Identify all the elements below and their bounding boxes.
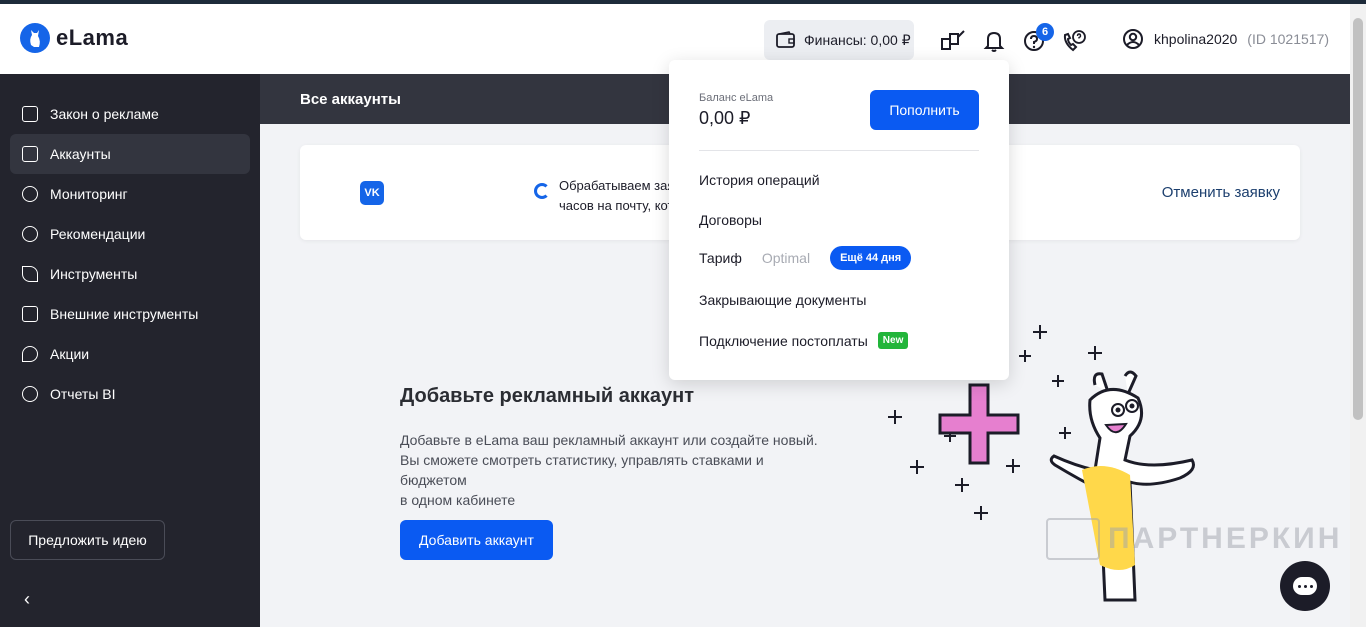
- new-badge: New: [877, 332, 909, 349]
- request-status-text: Обрабатываем заяв часов на почту, кото: [559, 176, 669, 216]
- vk-logo-icon: VK: [360, 181, 384, 205]
- timer-icon: [534, 183, 550, 199]
- add-account-button[interactable]: Добавить аккаунт: [400, 520, 553, 560]
- topup-button[interactable]: Пополнить: [870, 90, 979, 130]
- clock-icon: [22, 186, 38, 202]
- watermark-logo-icon: [1046, 518, 1100, 560]
- sidebar-item-label: Мониторинг: [50, 186, 128, 202]
- page-scrollbar[interactable]: [1350, 4, 1366, 627]
- help-count-badge: 6: [1036, 23, 1054, 41]
- phone-support-icon[interactable]: [1061, 28, 1087, 54]
- description-line: в одном кабинете: [400, 492, 516, 508]
- description-line: Добавьте в eLama ваш рекламный аккаунт и…: [400, 432, 818, 448]
- tariff-label: Тариф: [699, 250, 742, 266]
- user-id: (ID 1021517): [1247, 31, 1330, 47]
- sidebar-item-promotions[interactable]: Акции: [10, 334, 250, 374]
- empty-state-title: Добавьте рекламный аккаунт: [400, 385, 694, 407]
- llama-logo-icon: [20, 23, 50, 53]
- sidebar-item-external-tools[interactable]: Внешние инструменты: [10, 294, 250, 334]
- tariff-days-badge[interactable]: Ещё 44 дня: [830, 246, 912, 270]
- sidebar-item-monitoring[interactable]: Мониторинг: [10, 174, 250, 214]
- page-title: Все аккаунты: [300, 91, 401, 108]
- user-menu[interactable]: khpolina2020 (ID 1021517): [1122, 28, 1329, 50]
- divider: [699, 150, 979, 151]
- menu-item-tariff[interactable]: Тариф Optimal Ещё 44 дня: [699, 246, 912, 270]
- elama-logo[interactable]: eLama: [20, 23, 128, 53]
- sidebar-item-label: Инструменты: [50, 266, 138, 282]
- balance-value: 0,00 ₽: [699, 108, 751, 128]
- balance-label: Баланс eLama: [699, 92, 774, 104]
- username: khpolina2020: [1154, 31, 1238, 47]
- external-link-icon: [22, 306, 38, 322]
- chat-icon: [1293, 577, 1317, 595]
- menu-item-label: Закрывающие документы: [699, 292, 867, 308]
- bell-icon[interactable]: [981, 28, 1007, 54]
- sidebar-item-tools[interactable]: Инструменты: [10, 254, 250, 294]
- chart-pie-icon: [22, 386, 38, 402]
- cancel-request-link[interactable]: Отменить заявку: [1162, 184, 1280, 201]
- collapse-sidebar-icon[interactable]: ‹: [24, 589, 30, 610]
- finance-label: Финансы: 0,00 ₽: [804, 31, 911, 48]
- sidebar-item-label: Акции: [50, 346, 90, 362]
- menu-item-label: Договоры: [699, 212, 762, 228]
- check-circle-icon: [22, 226, 38, 242]
- accounts-icon: [22, 146, 38, 162]
- chat-button[interactable]: [1280, 561, 1330, 611]
- flame-icon: [22, 346, 38, 362]
- finance-dropdown: Баланс eLama 0,00 ₽ Пополнить История оп…: [669, 60, 1009, 380]
- logo-text: eLama: [56, 25, 129, 50]
- watermark: ПАРТНЕРКИН: [1046, 518, 1342, 560]
- sidebar-item-label: Закон о рекламе: [50, 106, 159, 122]
- description-line: Вы сможете смотреть статистику, управлят…: [400, 452, 764, 488]
- sidebar-item-label: Рекомендации: [50, 226, 146, 242]
- request-status-line: часов на почту, кото: [559, 198, 669, 213]
- menu-item-contracts[interactable]: Договоры: [699, 212, 762, 228]
- id-card-icon: [22, 106, 38, 122]
- sidebar-item-accounts[interactable]: Аккаунты: [10, 134, 250, 174]
- sidebar-item-ad-law[interactable]: Закон о рекламе: [10, 94, 250, 134]
- wallet-icon: [776, 31, 795, 48]
- sidebar: Закон о рекламе Аккаунты Мониторинг Реко…: [0, 74, 260, 627]
- sidebar-item-bi-reports[interactable]: Отчеты BI: [10, 374, 250, 414]
- menu-item-closing-docs[interactable]: Закрывающие документы: [699, 292, 867, 308]
- sidebar-item-label: Отчеты BI: [50, 386, 116, 402]
- menu-item-postpay[interactable]: Подключение постоплаты New: [699, 332, 909, 349]
- user-avatar-icon: [1123, 29, 1143, 49]
- tariff-value: Optimal: [761, 250, 811, 266]
- scrollbar-thumb[interactable]: [1353, 18, 1363, 420]
- watermark-text: ПАРТНЕРКИН: [1108, 522, 1343, 555]
- menu-item-history[interactable]: История операций: [699, 172, 820, 188]
- empty-state-description: Добавьте в eLama ваш рекламный аккаунт и…: [400, 430, 830, 510]
- sidebar-item-label: Внешние инструменты: [50, 306, 199, 322]
- sidebar-item-recommendations[interactable]: Рекомендации: [10, 214, 250, 254]
- magic-wand-icon: [22, 266, 38, 282]
- menu-item-label: Подключение постоплаты: [699, 332, 868, 349]
- finance-button[interactable]: Финансы: 0,00 ₽: [764, 20, 914, 60]
- suggest-idea-button[interactable]: Предложить идею: [10, 520, 165, 560]
- menu-item-label: История операций: [699, 172, 820, 188]
- compare-icon[interactable]: [940, 28, 966, 54]
- request-status-line: Обрабатываем заяв: [559, 178, 669, 193]
- sidebar-item-label: Аккаунты: [50, 146, 111, 162]
